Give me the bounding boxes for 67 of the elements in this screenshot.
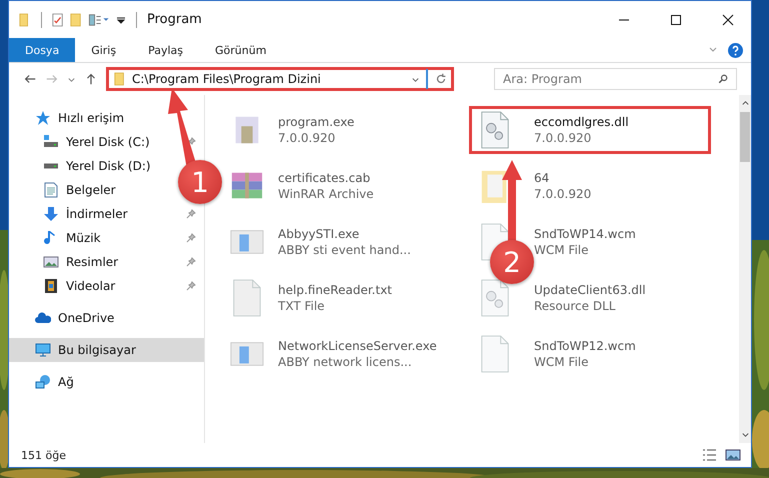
sidebar-item[interactable]: İndirmeler [43, 202, 128, 226]
pin-icon[interactable] [186, 209, 196, 219]
view-icon[interactable] [88, 12, 110, 26]
file-detail: ABBY sti event hand... [278, 243, 411, 257]
file-detail: 7.0.0.920 [278, 131, 336, 145]
file-detail: 7.0.0.920 [534, 187, 592, 201]
monitor-icon [35, 342, 51, 358]
window-title: Program [147, 12, 202, 27]
sidebar-item[interactable]: OneDrive [35, 306, 114, 330]
details-view-icon[interactable] [701, 447, 717, 463]
file-name[interactable]: NetworkLicenseServer.exe [278, 339, 437, 353]
file-detail: WinRAR Archive [278, 187, 374, 201]
pin-icon[interactable] [186, 281, 196, 291]
sidebar-item[interactable]: Yerel Disk (C:) [43, 130, 150, 154]
file-detail: WCM File [534, 243, 590, 257]
file-detail: WCM File [534, 355, 590, 369]
pin-icon[interactable] [186, 257, 196, 267]
sidebar-item[interactable]: Resimler [43, 250, 118, 274]
large-icons-view-icon[interactable] [725, 447, 741, 463]
search-field[interactable]: Ara: Program [494, 68, 737, 90]
pin-icon[interactable] [186, 137, 196, 147]
pin-icon[interactable] [186, 233, 196, 243]
download-icon [43, 206, 59, 222]
file-name[interactable]: certificates.cab [278, 171, 374, 185]
cloud-icon [35, 310, 51, 326]
properties-icon[interactable] [52, 12, 64, 26]
sidebar-item[interactable]: Belgeler [43, 178, 116, 202]
drive-icon [43, 134, 59, 150]
image-icon [43, 254, 59, 270]
file-detail: 7.0.0.920 [534, 131, 592, 145]
sidebar-item[interactable]: Hızlı erişim [35, 106, 124, 130]
file-detail: TXT File [278, 299, 326, 313]
ribbon-tab[interactable]: Dosya [9, 38, 76, 62]
network-icon [35, 374, 51, 390]
film-icon [43, 278, 59, 294]
file-name[interactable]: SndToWP14.wcm [534, 227, 636, 241]
sidebar-item[interactable]: Ağ [35, 370, 74, 394]
folder-icon [114, 72, 126, 86]
search-icon[interactable] [717, 73, 729, 85]
drive-icon [43, 163, 59, 169]
file-detail: ABBY network licens... [278, 355, 413, 369]
file-name[interactable]: help.fineReader.txt [278, 283, 392, 297]
sidebar-item[interactable]: Müzik [43, 226, 101, 250]
ribbon-tab[interactable]: Giriş [75, 38, 132, 62]
sidebar-item[interactable]: Videolar [43, 274, 116, 298]
selected-file-frame[interactable]: eccomdlgres.dll 7.0.0.920 [469, 106, 711, 154]
customize-icon[interactable] [116, 14, 126, 24]
file-name[interactable]: AbbyySTI.exe [278, 227, 411, 241]
file-name[interactable]: 64 [534, 171, 592, 185]
file-name[interactable]: UpdateClient63.dll [534, 283, 646, 297]
back-icon[interactable] [23, 72, 37, 86]
file-name[interactable]: program.exe [278, 115, 354, 129]
refresh-icon[interactable] [434, 72, 448, 86]
ribbon-tab[interactable]: Paylaş [132, 38, 199, 62]
item-count: 151 öğe [21, 448, 66, 462]
file-name[interactable]: SndToWP12.wcm [534, 339, 636, 353]
file-detail: Resource DLL [534, 299, 616, 313]
scrollbar[interactable] [739, 95, 751, 443]
ribbon-tab[interactable]: Görünüm [199, 38, 282, 62]
address-field[interactable]: C:\Program Files\Program Dizini [106, 67, 454, 91]
sidebar-item[interactable]: Yerel Disk (D:) [43, 154, 151, 178]
file-name[interactable]: eccomdlgres.dll [534, 115, 629, 129]
star-icon [35, 110, 51, 126]
document-icon [43, 182, 59, 198]
scroll-thumb[interactable] [740, 112, 750, 162]
up-icon[interactable] [84, 72, 98, 86]
help-icon[interactable] [728, 42, 743, 58]
